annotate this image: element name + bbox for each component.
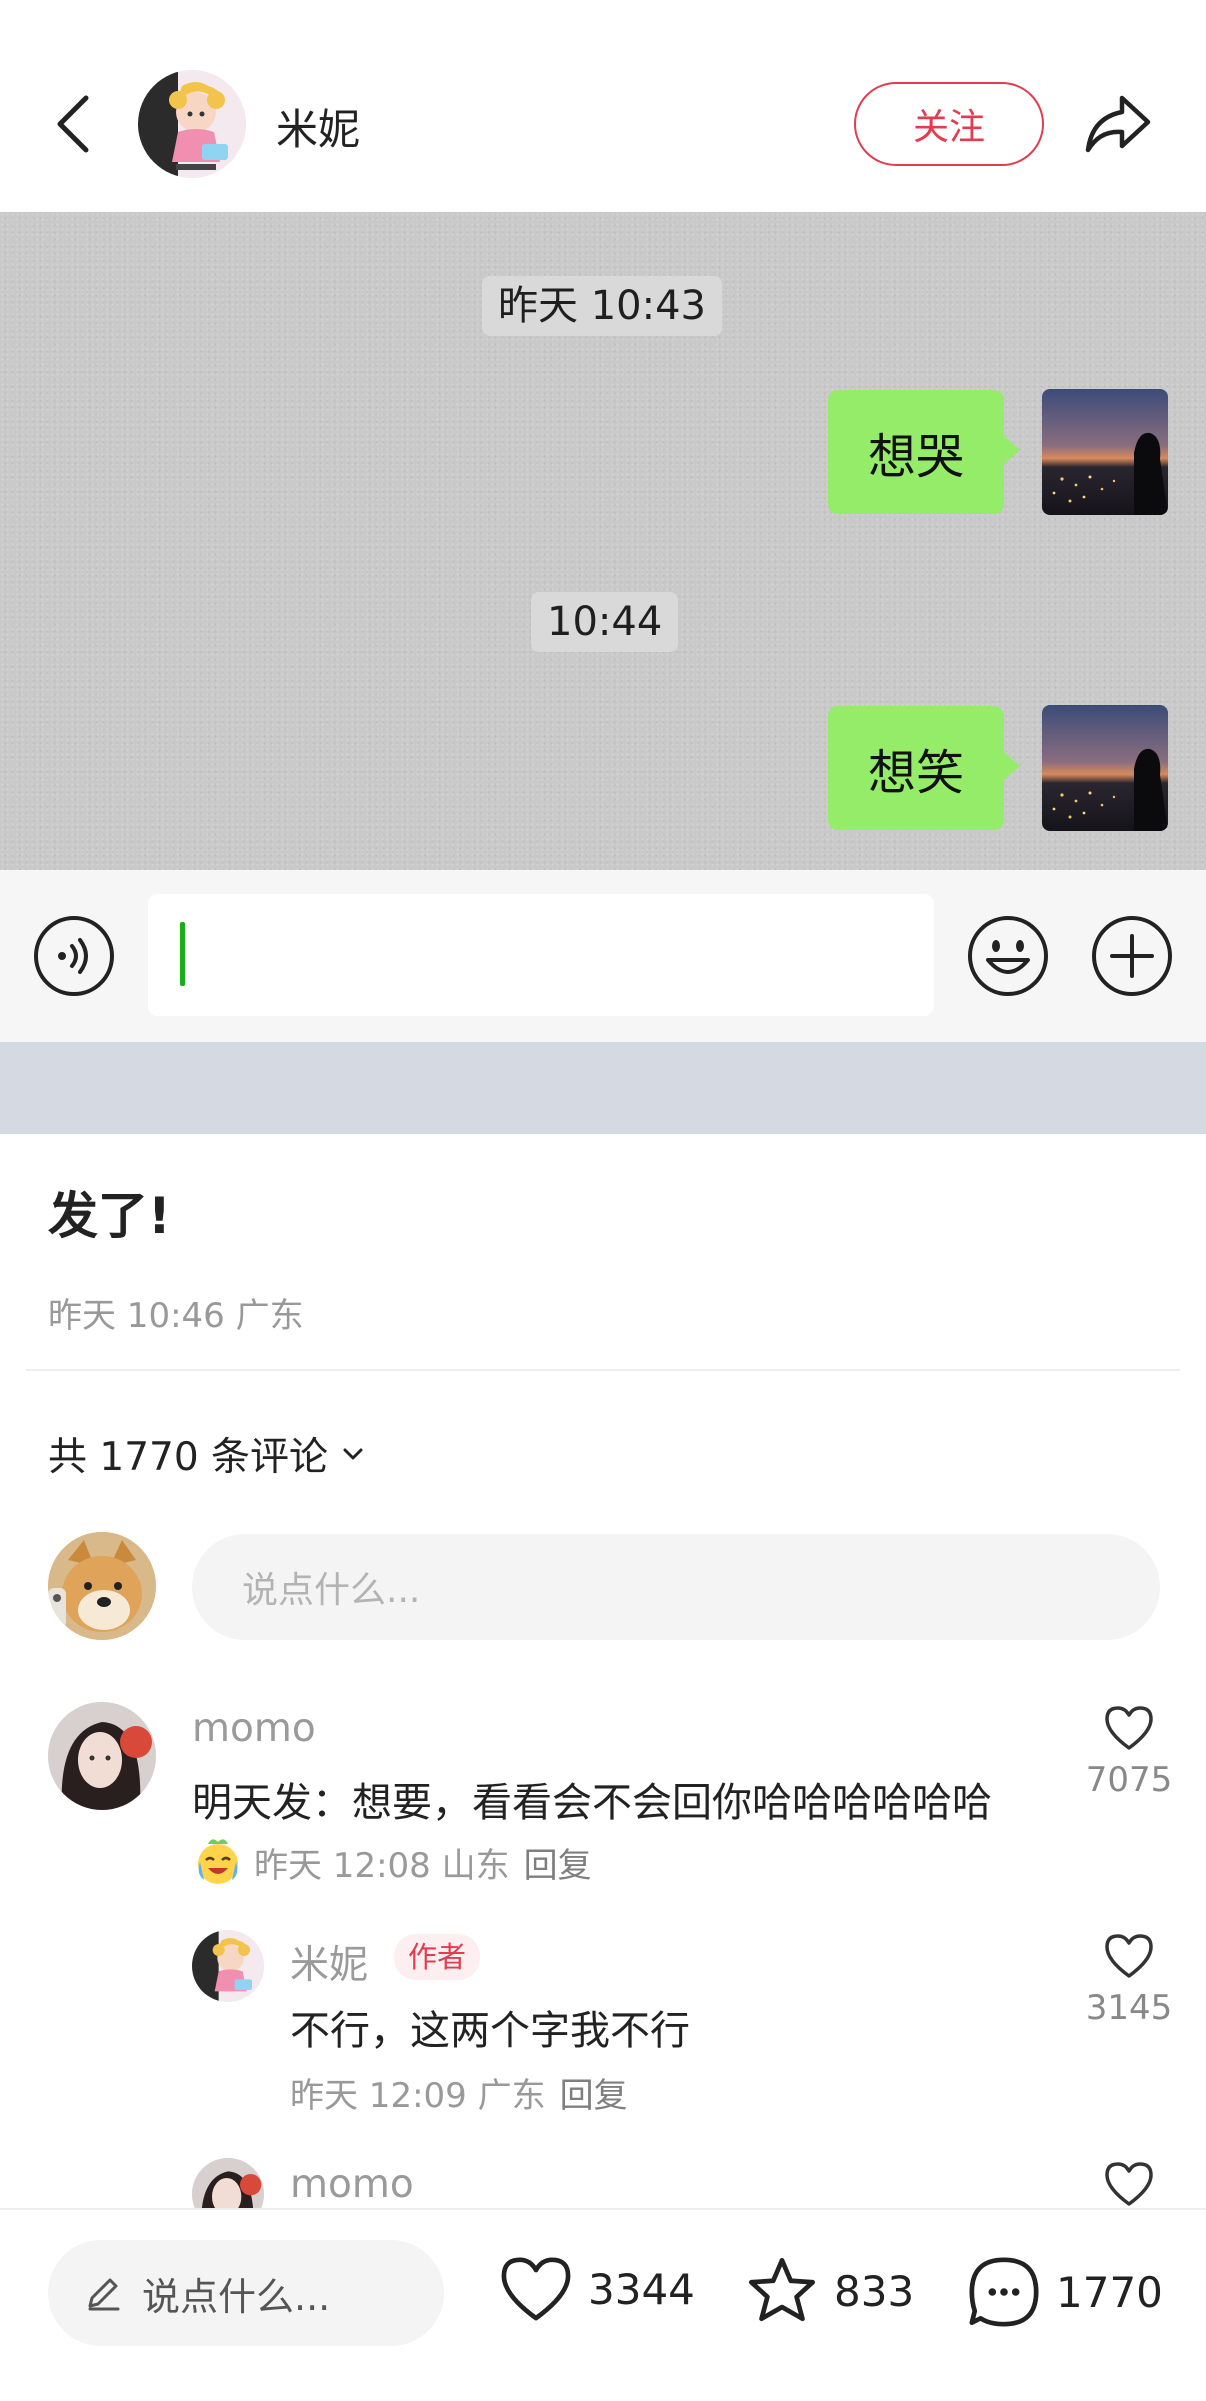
chat-avatar (1042, 389, 1168, 515)
heart-icon (501, 2257, 571, 2321)
post-like-count: 3344 (588, 2264, 695, 2314)
top-nav-bar: 米妮 关注 (0, 0, 1206, 212)
heart-icon (1105, 1934, 1153, 1978)
night-city-avatar-icon (1042, 705, 1168, 831)
comment-meta: 昨天 12:09 广东 (290, 2076, 546, 2116)
plus-circle-icon (1092, 916, 1172, 996)
commenter-name[interactable]: 米妮 (290, 1934, 368, 1990)
reply-button[interactable]: 回复 (524, 1838, 592, 1887)
commenter-name[interactable]: momo (290, 2162, 414, 2207)
comment-like-button[interactable]: 3145 (1074, 1932, 1184, 2028)
post-meta: 昨天 10:46 广东 (48, 1296, 304, 1336)
chat-text-input[interactable] (148, 894, 934, 1016)
comment-input[interactable]: 说点什么... (192, 1534, 1160, 1640)
like-count: 7075 (1085, 1760, 1173, 1800)
smiley-icon (968, 916, 1048, 996)
chat-timestamp: 昨天 10:43 (482, 276, 722, 336)
chevron-down-icon (343, 1448, 363, 1460)
heart-icon (1105, 2162, 1153, 2206)
image-bottom-band (0, 1042, 1206, 1134)
divider (26, 1369, 1180, 1371)
comment-meta-row: 昨天 12:08 山东 回复 (192, 1836, 592, 1888)
chevron-left-icon (57, 95, 89, 153)
voice-button[interactable] (32, 914, 116, 998)
my-avatar (48, 1532, 156, 1640)
night-city-avatar-icon (1042, 389, 1168, 515)
author-avatar[interactable] (138, 70, 246, 178)
like-count: 3145 (1085, 1988, 1173, 2028)
comments-count-toggle[interactable]: 共 1770 条评论 (48, 1426, 366, 1482)
heart-icon (1105, 1706, 1153, 1750)
reply-button[interactable]: 回复 (560, 2068, 628, 2117)
commenter-avatar[interactable] (192, 1930, 264, 2002)
back-button[interactable] (44, 86, 104, 162)
comment-meta: 昨天 12:08 山东 (254, 1845, 510, 1886)
chat-avatar (1042, 705, 1168, 831)
author-badge: 作者 (394, 1934, 481, 1980)
comments-count-label: 共 1770 条评论 (48, 1435, 329, 1480)
like-post-button[interactable]: 3344 (498, 2254, 695, 2324)
chat-timestamp: 10:44 (531, 592, 679, 652)
post-star-count: 833 (834, 2266, 915, 2316)
chat-screenshot-image[interactable]: 昨天 10:43 想哭 10:44 想笑 (0, 212, 1206, 870)
shiba-dog-avatar-icon (48, 1532, 156, 1640)
girl-portrait-avatar-icon (48, 1702, 156, 1810)
post-comment-count: 1770 (1056, 2267, 1163, 2317)
chat-input-bar (0, 870, 1206, 1042)
cartoon-girl-avatar-icon (192, 1930, 264, 2002)
post-title: 发了! (48, 1187, 171, 1245)
share-arrow-icon (1085, 95, 1151, 153)
commenter-name[interactable]: momo (192, 1706, 316, 1751)
text-cursor (180, 922, 185, 986)
chat-bubble-icon (969, 2257, 1039, 2327)
chat-bubble: 想笑 (828, 706, 1020, 830)
share-button[interactable] (1082, 88, 1154, 160)
more-button[interactable] (1090, 914, 1174, 998)
pencil-icon (88, 2278, 120, 2311)
chat-bubble: 想哭 (828, 390, 1020, 514)
bottom-action-bar: 说点什么... 3344 833 1770 (0, 2208, 1206, 2401)
comment-text: 不行，这两个字我不行 (290, 2008, 690, 2054)
comment-like-button[interactable] (1074, 2160, 1184, 2208)
comment-text: 明天发：想要，看看会不会回你哈哈哈哈哈哈 (192, 1780, 992, 1826)
collect-post-button[interactable]: 833 (744, 2254, 914, 2328)
emoji-button[interactable] (966, 914, 1050, 998)
commenter-avatar[interactable] (48, 1702, 156, 1810)
comment-like-button[interactable]: 7075 (1074, 1704, 1184, 1800)
bottom-input-placeholder: 说点什么... (142, 2274, 331, 2319)
comment-post-button[interactable]: 1770 (966, 2254, 1163, 2330)
voice-icon (34, 916, 114, 996)
follow-button[interactable]: 关注 (854, 82, 1044, 166)
crying-laughing-emoji-icon (198, 1839, 238, 1884)
bottom-comment-input[interactable]: 说点什么... (48, 2240, 444, 2346)
star-icon (748, 2257, 816, 2322)
comment-meta-row: 昨天 12:09 广东 回复 (290, 2068, 628, 2117)
cartoon-girl-avatar-icon (138, 70, 246, 178)
author-name[interactable]: 米妮 (276, 96, 360, 157)
